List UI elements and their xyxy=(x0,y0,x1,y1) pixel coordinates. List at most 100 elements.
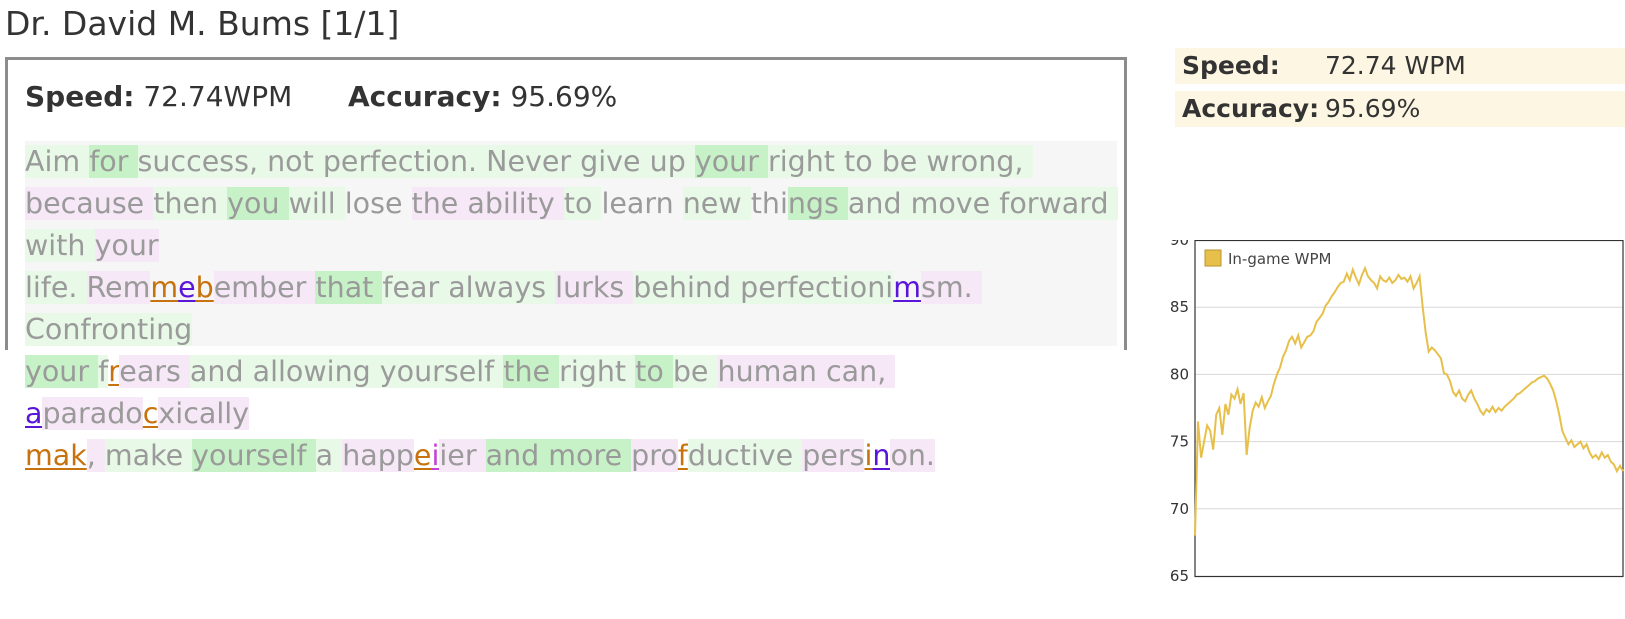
typed-word: Rem xyxy=(86,271,151,304)
typed-word: and more xyxy=(485,439,632,472)
typed-word: f xyxy=(98,355,109,388)
typed-word: yourself xyxy=(192,439,316,472)
typed-word: new xyxy=(682,187,751,220)
typed-word: will xyxy=(288,187,345,220)
typed-word: allowing xyxy=(252,355,380,388)
y-tick-label: 90 xyxy=(1170,240,1189,249)
legend-label: In-game WPM xyxy=(1228,250,1331,268)
typed-word: behind xyxy=(633,271,741,304)
typed-word: because xyxy=(25,187,154,220)
typed-word: that xyxy=(315,271,383,304)
typed-word: right xyxy=(768,145,845,178)
accuracy-stat: Accuracy: 95.69% xyxy=(348,80,617,113)
typed-word: pro xyxy=(631,439,678,472)
typed-word: learn xyxy=(601,187,683,220)
accuracy-value: 95.69% xyxy=(510,80,618,113)
typed-word: can, xyxy=(826,355,896,388)
typed-word: Confronting xyxy=(25,313,193,346)
typed-word: ier xyxy=(439,439,486,472)
y-tick-label: 75 xyxy=(1170,433,1189,451)
typing-error-char: e xyxy=(413,439,432,472)
typed-word: your xyxy=(25,355,99,388)
typed-word: ability xyxy=(467,187,564,220)
typed-word: and xyxy=(847,187,911,220)
typed-word: , xyxy=(86,439,105,472)
typed-word: success, xyxy=(137,145,268,178)
typed-word: right xyxy=(559,355,636,388)
typed-word: then xyxy=(153,187,228,220)
y-tick-label: 65 xyxy=(1170,567,1189,585)
y-tick-label: 80 xyxy=(1170,365,1189,383)
typing-error-char: mak xyxy=(25,439,87,472)
typed-word: for xyxy=(89,145,138,178)
typed-word: wrong, xyxy=(926,145,1033,178)
typed-word: sm. xyxy=(920,271,982,304)
side-stats: Speed: 72.74 WPM Accuracy: 95.69% xyxy=(1175,48,1625,134)
y-tick-label: 70 xyxy=(1170,500,1189,518)
typed-text: Aim for success, not perfection. Never g… xyxy=(25,141,1118,477)
typing-result-panel: Speed: 72.74WPM Accuracy: 95.69% Aim for… xyxy=(5,57,1127,472)
typing-error-char: c xyxy=(142,397,159,430)
typed-word: your xyxy=(94,229,159,262)
typing-error-char: e xyxy=(178,271,196,304)
side-accuracy-value: 95.69% xyxy=(1325,94,1421,123)
typed-word: life. xyxy=(25,271,87,304)
typed-word: you xyxy=(227,187,289,220)
accuracy-label: Accuracy: xyxy=(348,80,502,113)
typed-word: be xyxy=(672,355,718,388)
typed-word: ductive xyxy=(687,439,803,472)
typed-word: parado xyxy=(42,397,143,430)
typing-error-char: a xyxy=(25,397,43,430)
typed-word: perfectioni xyxy=(740,271,894,304)
typed-text-panel: Aim for success, not perfection. Never g… xyxy=(25,141,1118,472)
wpm-chart: 65 70 75 80 85 90 In-game WPM xyxy=(1160,231,1625,615)
typed-word: the xyxy=(503,355,560,388)
typed-word: your xyxy=(694,145,769,178)
typed-word: up xyxy=(649,145,695,178)
player-name: Dr. David M. Bums [1/1] xyxy=(5,4,400,43)
typing-error-char: n xyxy=(872,439,891,472)
side-speed-label: Speed: xyxy=(1182,51,1280,80)
typed-word: to xyxy=(563,187,602,220)
typed-word: Never xyxy=(486,145,581,178)
side-accuracy-label: Accuracy: xyxy=(1182,94,1320,123)
typing-error-char: r xyxy=(108,355,120,388)
typed-word: a xyxy=(315,439,343,472)
typing-error-char: m xyxy=(150,271,179,304)
typed-word: make xyxy=(104,439,193,472)
wpm-chart-svg: 65 70 75 80 85 90 In-game WPM xyxy=(1170,231,1624,585)
typed-word: not xyxy=(267,145,323,178)
typed-word: thi xyxy=(750,187,788,220)
typed-word: fear xyxy=(382,271,449,304)
typed-word: ngs xyxy=(787,187,848,220)
speed-value: 72.74WPM xyxy=(143,80,293,113)
typed-word: yourself xyxy=(379,355,504,388)
y-tick-label: 85 xyxy=(1170,298,1189,316)
typed-word: xically xyxy=(158,397,250,430)
typed-word: and xyxy=(189,355,253,388)
typed-word: be xyxy=(881,145,927,178)
typing-error-char: f xyxy=(677,439,688,472)
wpm-series-line xyxy=(1194,265,1624,536)
typed-word: Aim xyxy=(25,145,90,178)
side-speed-value: 72.74 WPM xyxy=(1325,51,1466,80)
typed-word: to xyxy=(635,355,673,388)
typing-error-char: b xyxy=(195,271,214,304)
typed-word: ember xyxy=(213,271,316,304)
typed-word: happ xyxy=(342,439,414,472)
typed-word: lose xyxy=(344,187,412,220)
typed-word: pers xyxy=(802,439,865,472)
speed-label: Speed: xyxy=(25,80,135,113)
typed-word: ears xyxy=(119,355,190,388)
typed-word: move xyxy=(910,187,1000,220)
typed-word: on. xyxy=(890,439,935,472)
typed-word: lurks xyxy=(555,271,634,304)
typed-word: the xyxy=(411,187,468,220)
speed-stat: Speed: 72.74WPM xyxy=(25,80,292,113)
typed-word: perfection. xyxy=(322,145,487,178)
typed-word: forward xyxy=(999,187,1118,220)
typed-word: with xyxy=(25,229,95,262)
typed-word: human xyxy=(717,355,826,388)
side-speed-row: Speed: 72.74 WPM xyxy=(1175,48,1625,84)
typing-error-char: m xyxy=(893,271,921,304)
